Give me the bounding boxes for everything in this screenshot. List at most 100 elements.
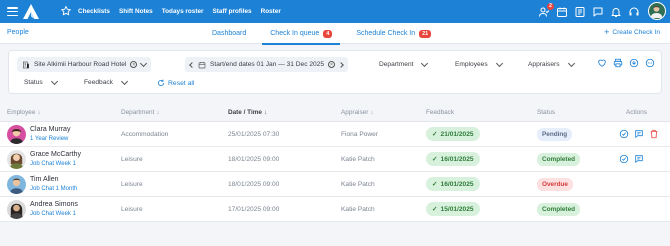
appraisers-filter[interactable]: Appraisers	[523, 57, 579, 72]
employee-name[interactable]: Andrea Simons	[30, 201, 78, 208]
refresh-icon	[157, 79, 165, 87]
chevron-left-icon[interactable]	[189, 61, 195, 68]
tab-schedule-check-in[interactable]: Schedule Check In 21	[344, 23, 443, 44]
tab-check-in-queue[interactable]: Check In queue 4	[258, 23, 344, 45]
calendar-icon[interactable]	[556, 6, 568, 18]
employees-filter[interactable]: Employees	[450, 57, 507, 72]
feedback-badge[interactable]: ✓ 16/01/2025	[426, 177, 480, 191]
department-cell: Leisure	[121, 156, 143, 163]
column-label: Feedback	[426, 109, 455, 116]
feedback-badge[interactable]: ✓ 15/01/2025	[426, 202, 480, 216]
feedback-date: 21/01/2025	[440, 130, 474, 138]
chevron-down-icon[interactable]	[140, 59, 148, 67]
column-feedback: Feedback	[426, 109, 454, 116]
list-icon[interactable]	[574, 6, 586, 18]
comment-icon[interactable]	[634, 129, 644, 139]
nav-checklists[interactable]: Checklists	[78, 8, 110, 15]
sub-header: People Dashboard Check In queue 4 Schedu…	[0, 23, 670, 45]
breadcrumb[interactable]: People	[7, 29, 29, 36]
check-in-type[interactable]: Job Chat 1 Month	[30, 186, 77, 192]
check-in-type[interactable]: 1 Year Review	[30, 136, 68, 142]
check-circle-icon[interactable]	[619, 154, 629, 164]
avatar[interactable]	[648, 2, 666, 20]
nav-shift-notes[interactable]: Shift Notes	[119, 8, 153, 15]
column-actions: Actions	[626, 109, 647, 116]
reset-all-button[interactable]: Reset all	[157, 77, 194, 89]
avatar	[7, 125, 26, 144]
table-row[interactable]: Tim Allen Job Chat 1 Month Leisure 18/01…	[0, 172, 670, 197]
nav-roster[interactable]: Roster	[261, 8, 281, 15]
date-cell: 18/01/2025 09:00	[228, 156, 280, 163]
column-label: Actions	[626, 109, 647, 116]
chevron-down-icon	[120, 77, 129, 85]
feedback-date: 15/01/2025	[440, 205, 474, 213]
feedback-badge[interactable]: ✓ 16/01/2025	[426, 152, 480, 166]
row-actions	[619, 154, 644, 164]
heart-icon[interactable]	[597, 58, 607, 68]
star-icon[interactable]	[60, 5, 72, 17]
chat-icon[interactable]	[592, 6, 604, 18]
department-cell: Leisure	[121, 181, 143, 188]
column-label: Appraiser	[341, 109, 369, 116]
status-badge: Completed	[537, 203, 581, 216]
nav-staff-profiles[interactable]: Staff profiles	[213, 8, 252, 15]
site-filter-label: Site Alkimii Harbour Road Hotel	[34, 61, 127, 68]
download-icon[interactable]	[629, 58, 639, 68]
date-cell: 17/01/2025 09:00	[228, 206, 280, 213]
help-icon[interactable]	[628, 6, 640, 18]
hamburger-icon[interactable]	[7, 7, 18, 16]
column-label: Status	[537, 109, 556, 116]
avatar	[7, 175, 26, 194]
more-icon[interactable]	[645, 58, 655, 68]
column-label: Employee	[7, 109, 36, 116]
trash-icon[interactable]	[649, 129, 659, 139]
check-icon: ✓	[432, 131, 438, 138]
appraiser-cell: Katie Patch	[341, 206, 375, 213]
check-in-type[interactable]: Job Chat Week 1	[30, 211, 76, 217]
employee-name[interactable]: Grace McCarthy	[30, 151, 81, 158]
feedback-date: 16/01/2025	[440, 155, 474, 163]
column-label: Date / Time	[228, 109, 262, 116]
print-icon[interactable]	[613, 58, 623, 68]
date-range-label: Start/end dates 01 Jan — 31 Dec 2025	[210, 61, 324, 68]
employee-name[interactable]: Tim Allen	[30, 176, 59, 183]
status-filter[interactable]: Status	[19, 75, 62, 90]
column-department[interactable]: Department ↓	[121, 109, 160, 116]
employee-name[interactable]: Clara Murray	[30, 126, 70, 133]
table-row[interactable]: Grace McCarthy Job Chat Week 1 Leisure 1…	[0, 147, 670, 172]
filter-action-icons	[597, 58, 655, 68]
clear-icon[interactable]: ×	[328, 61, 335, 68]
table-row[interactable]: Clara Murray 1 Year Review Accommodation…	[0, 122, 670, 147]
feedback-badge[interactable]: ✓ 21/01/2025	[426, 127, 480, 141]
check-circle-icon[interactable]	[619, 129, 629, 139]
status-filter-label: Status	[24, 79, 43, 86]
person-check-icon[interactable]: 2	[538, 2, 554, 18]
chevron-down-icon	[50, 77, 58, 85]
site-filter[interactable]: Site Alkimii Harbour Road Hotel ×	[17, 57, 152, 72]
tab-dashboard[interactable]: Dashboard	[200, 23, 258, 44]
employees-filter-label: Employees	[455, 61, 488, 68]
date-cell: 18/01/2025 09:00	[228, 181, 280, 188]
feedback-filter[interactable]: Feedback	[79, 75, 132, 90]
column-date[interactable]: Date / Time ↓	[228, 109, 267, 116]
column-employee[interactable]: Employee ↓	[7, 109, 41, 116]
column-appraiser[interactable]: Appraiser ↓	[341, 109, 374, 116]
table-row[interactable]: Andrea Simons Job Chat Week 1 Leisure 17…	[0, 197, 670, 222]
chevron-right-icon[interactable]	[338, 61, 344, 68]
tab-bar: Dashboard Check In queue 4 Schedule Chec…	[200, 23, 443, 45]
department-filter-label: Department	[379, 61, 414, 68]
logo-icon[interactable]	[22, 3, 40, 20]
feedback-date: 16/01/2025	[440, 180, 474, 188]
department-filter[interactable]: Department	[374, 57, 432, 72]
bell-icon[interactable]	[610, 6, 622, 18]
nav-todays-roster[interactable]: Todays roster	[162, 8, 204, 15]
create-check-in-button[interactable]: + Create Check In	[604, 28, 660, 37]
column-status: Status	[537, 109, 555, 116]
tab-count-badge: 21	[419, 29, 432, 38]
appraisers-filter-label: Appraisers	[528, 61, 560, 68]
check-in-type[interactable]: Job Chat Week 1	[30, 161, 76, 167]
comment-icon[interactable]	[634, 154, 644, 164]
date-range-filter[interactable]: Start/end dates 01 Jan — 31 Dec 2025 ×	[185, 57, 348, 72]
clear-icon[interactable]: ×	[130, 61, 138, 68]
appraiser-cell: Katie Patch	[341, 181, 375, 188]
